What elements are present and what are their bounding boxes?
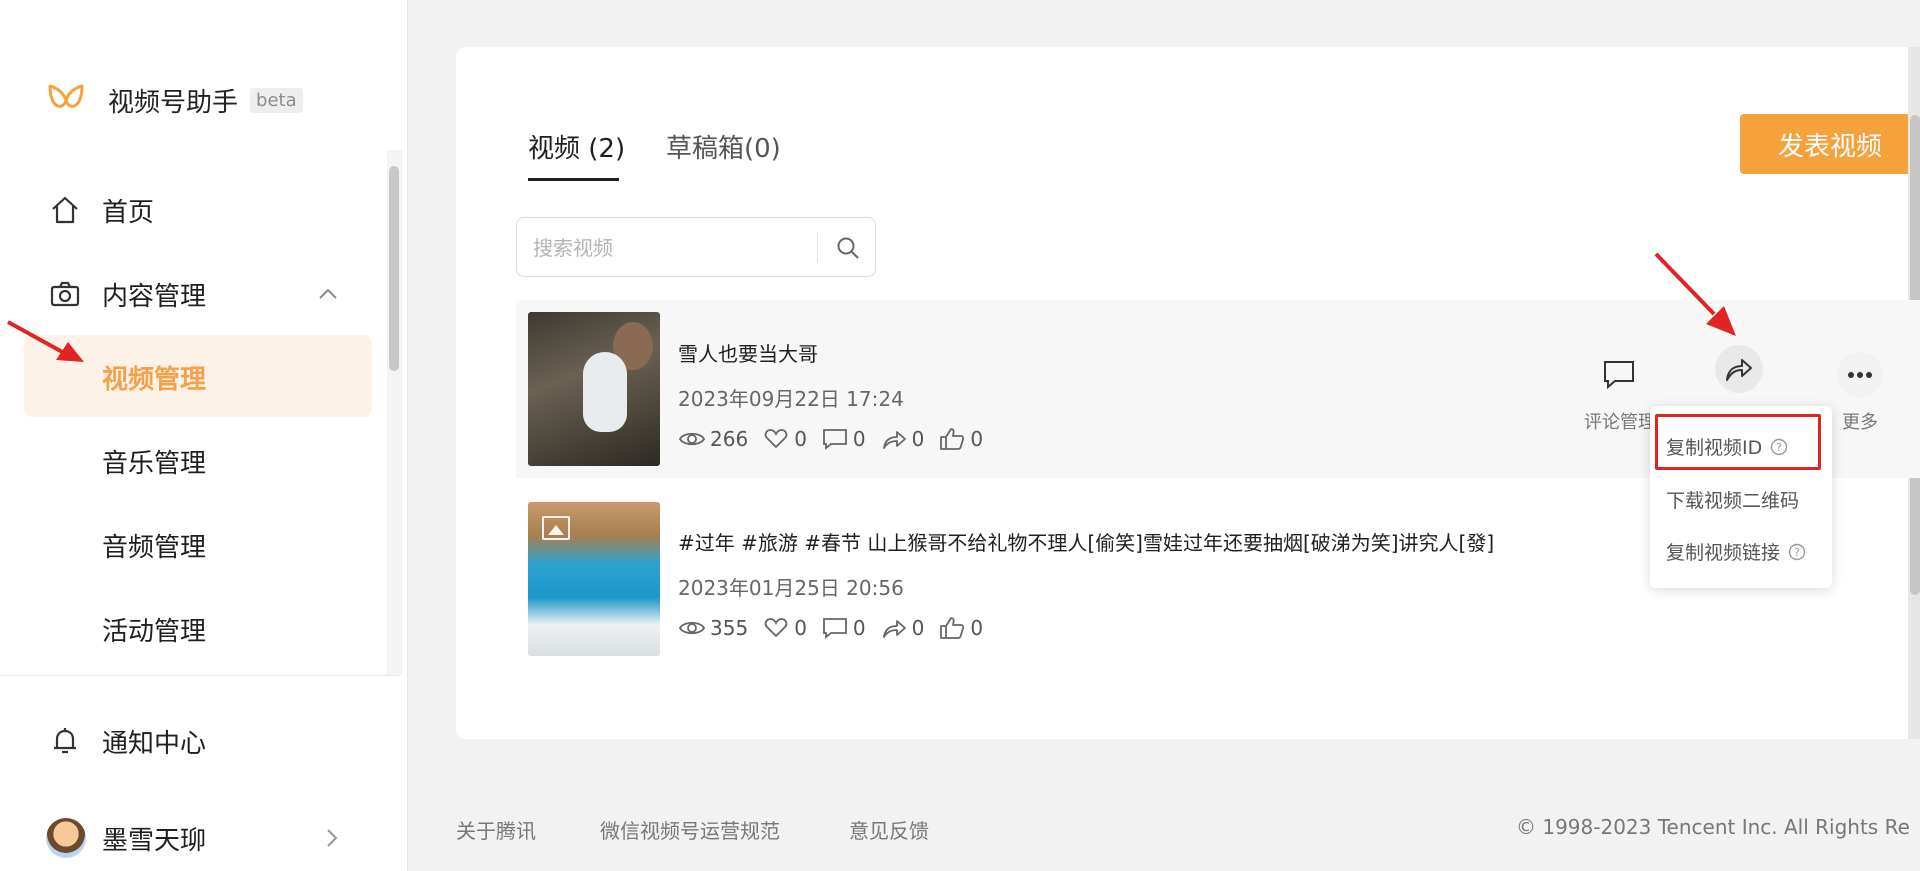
thumbs-count: 0: [970, 616, 984, 640]
tab-videos[interactable]: 视频 (2): [528, 128, 625, 165]
video-date: 2023年01月25日 20:56: [678, 576, 904, 600]
help-icon[interactable]: ?: [1788, 543, 1806, 561]
heart-icon: [764, 429, 788, 449]
search-input[interactable]: [533, 232, 803, 264]
nav-notifications[interactable]: 通知中心: [0, 699, 380, 783]
likes-stat: 0: [762, 616, 807, 640]
share-icon: [882, 620, 906, 638]
video-title[interactable]: 雪人也要当大哥: [678, 338, 818, 367]
views-count: 266: [710, 427, 749, 451]
shares-stat: 0: [880, 427, 925, 451]
thumbs-stat: 0: [938, 427, 983, 451]
publish-video-button[interactable]: 发表视频: [1740, 114, 1920, 174]
sidebar-scrollbar-thumb[interactable]: [389, 166, 399, 371]
thumbs-up-icon: [940, 617, 965, 639]
footer-feedback-link[interactable]: 意见反馈: [849, 815, 929, 844]
logo-icon: [48, 84, 84, 108]
share-icon: [882, 431, 906, 449]
sidebar-item-label: 音频管理: [102, 533, 207, 563]
image-icon: [542, 516, 570, 540]
share-button[interactable]: [1715, 345, 1763, 393]
eye-icon: [678, 621, 706, 635]
sidebar-item-label: 视频管理: [102, 365, 207, 395]
more-button[interactable]: [1830, 345, 1890, 405]
footer-rules-link[interactable]: 微信视频号运营规范: [600, 815, 780, 844]
likes-count: 0: [794, 427, 807, 451]
video-date: 2023年09月22日 17:24: [678, 387, 904, 411]
comment-manage-label: 评论管理: [1584, 412, 1656, 433]
eye-icon: [678, 432, 706, 446]
shares-count: 0: [911, 427, 925, 451]
nav-user[interactable]: 墨雪天珋: [0, 796, 380, 871]
comment-icon: [1604, 361, 1634, 390]
chevron-up-icon[interactable]: [316, 282, 340, 306]
sidebar-item-music-management[interactable]: 音乐管理: [24, 419, 372, 501]
shares-stat: 0: [880, 616, 925, 640]
search-separator: [817, 232, 818, 262]
bell-icon: [54, 728, 76, 754]
footer-about-link[interactable]: 关于腾讯: [456, 815, 536, 844]
comments-stat: 0: [821, 616, 866, 640]
sidebar: 视频号助手 beta 首页 内容管理 视频管理 音乐管理 音频管理 活动管理 通…: [0, 0, 408, 871]
search-box: [516, 217, 876, 277]
sidebar-item-audio-management[interactable]: 音频管理: [24, 503, 372, 585]
sidebar-item-label: 活动管理: [102, 617, 207, 647]
search-icon[interactable]: [835, 235, 861, 261]
video-thumbnail[interactable]: [528, 502, 660, 656]
nav-home-label: 首页: [102, 197, 155, 228]
user-name: 墨雪天珋: [102, 825, 207, 856]
shares-count: 0: [911, 616, 925, 640]
video-stats: 266 0 0 0 0: [678, 427, 997, 451]
app-name: 视频号助手: [108, 87, 239, 118]
sidebar-divider: [0, 675, 400, 676]
menu-item-copy-video-link[interactable]: 复制视频链接 ?: [1666, 538, 1806, 565]
nav-home[interactable]: 首页: [0, 168, 380, 252]
video-title[interactable]: #过年 #旅游 #春节 山上猴哥不给礼物不理人[偷笑]雪娃过年还要抽烟[破涕为笑…: [678, 527, 1494, 556]
comment-manage-button[interactable]: [1589, 345, 1649, 405]
thumbs-count: 0: [970, 427, 984, 451]
footer-copyright: © 1998-2023 Tencent Inc. All Rights Re: [1516, 815, 1910, 839]
brand: 视频号助手 beta: [46, 80, 303, 120]
annotation-arrow-left: [7, 320, 84, 362]
views-stat: 355: [678, 616, 748, 640]
share-icon: [1726, 359, 1752, 381]
home-icon: [52, 196, 78, 224]
thumbnail-snowman: [583, 352, 627, 432]
comments-stat: 0: [821, 427, 866, 451]
heart-icon: [764, 618, 788, 638]
comment-icon: [823, 618, 847, 639]
nav-notifications-label: 通知中心: [102, 728, 207, 759]
likes-stat: 0: [762, 427, 807, 451]
menu-item-label: 下载视频二维码: [1666, 490, 1800, 512]
views-stat: 266: [678, 427, 748, 451]
menu-item-label: 复制视频链接: [1666, 542, 1781, 564]
tab-drafts[interactable]: 草稿箱(0): [666, 128, 781, 165]
menu-item-download-qr[interactable]: 下载视频二维码: [1666, 486, 1799, 513]
sidebar-item-activity-management[interactable]: 活动管理: [24, 587, 372, 669]
likes-count: 0: [794, 616, 807, 640]
comment-icon: [823, 429, 847, 450]
thumbs-stat: 0: [938, 616, 983, 640]
nav-content-label: 内容管理: [102, 281, 207, 312]
thumbs-up-icon: [940, 428, 965, 450]
annotation-arrow-share: [1654, 252, 1736, 336]
comments-count: 0: [852, 427, 866, 451]
svg-text:?: ?: [1794, 546, 1800, 559]
beta-badge: beta: [250, 87, 303, 113]
comments-count: 0: [852, 616, 866, 640]
views-count: 355: [710, 616, 749, 640]
sidebar-item-label: 音乐管理: [102, 449, 207, 479]
camera-icon: [50, 281, 80, 307]
video-thumbnail[interactable]: [528, 312, 660, 466]
video-stats: 355 0 0 0 0: [678, 616, 997, 640]
more-icon: [1837, 352, 1883, 398]
annotation-highlight-box: [1655, 414, 1821, 470]
tab-active-indicator: [528, 178, 619, 181]
more-label: 更多: [1842, 412, 1878, 433]
chevron-right-icon: [327, 829, 338, 847]
